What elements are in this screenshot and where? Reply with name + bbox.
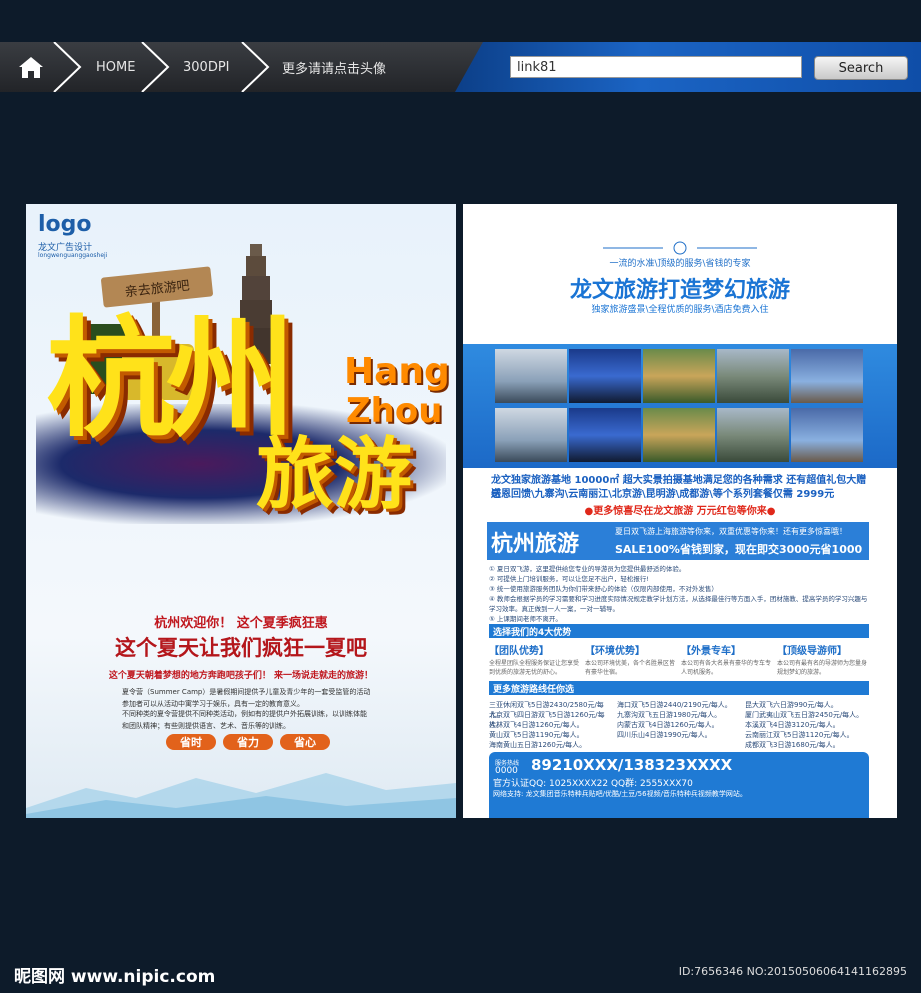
route-item: 云南丽江双飞5日游1120元/每人。: [745, 731, 854, 739]
ornament-icon: [603, 241, 757, 255]
headline-travel: 旅游: [256, 430, 413, 520]
route-item: 海口双飞5日游2440/2190元/每人。: [617, 701, 732, 709]
breadcrumb-more[interactable]: 更多请请点击头像: [282, 42, 386, 92]
photo-pagoda: [717, 349, 789, 403]
advantage-title: 【环境优势】: [585, 646, 645, 657]
hotline-prefix: 0000: [495, 766, 518, 776]
note-2: ② 可提供上门培训服务，可以让您足不出户，轻松报行!: [489, 575, 649, 583]
advantage-body: 本公司有最有名的导游师为您量身规划梦幻的旅游。: [777, 660, 868, 676]
search-button[interactable]: Search: [814, 56, 908, 80]
photo-garden: [643, 408, 715, 462]
site-brand: 昵图网 www.nipic.com: [14, 967, 216, 987]
routes-header: 更多旅游路线任你选: [489, 681, 869, 695]
route-item: 九寨沟双飞五日游1980元/每人。: [617, 711, 722, 719]
banner-title: 杭州旅游: [491, 532, 580, 557]
photo-lake: [495, 408, 567, 462]
welcome-line: 杭州欢迎你！ 这个夏季疯狂惠: [154, 616, 328, 631]
image-id: ID:7656346 NO:20150506064141162895: [678, 965, 907, 978]
advantages-header: 选择我们的4大优势: [489, 624, 869, 638]
hangzhou-banner: 杭州旅游 夏日双飞游上海旅游等你来，双重优惠等你来！还有更多惊喜哦！ SALE1…: [487, 522, 869, 572]
advantage-title: 【团队优势】: [489, 646, 549, 657]
logo: logo: [38, 212, 92, 237]
qq-line: 官方认证QQ: 1025XXXX22 QQ群: 2555XXX70: [493, 779, 693, 789]
route-item: 桂林双飞4日游1260元/每人。: [489, 721, 584, 729]
advantage-card: 【环境优势】 本公司环境优美，各个名胜景区皆有豪华住宿。: [585, 642, 677, 677]
right-title: 龙文旅游打造梦幻旅游: [569, 278, 790, 303]
advantage-card: 【团队优势】 全程星团队全程服务保证让您享受到优质的旅游无忧的舒心。: [489, 642, 581, 677]
route-item: 本溪双飞4日游3120元/每人。: [745, 721, 840, 729]
photo-windmill: [791, 408, 863, 462]
headline-hangzhou: 杭州: [46, 303, 296, 455]
promo-red-line: ●更多惊喜尽在龙文旅游 万元红包等你来●: [584, 506, 776, 517]
chevron-right-icon: [53, 42, 82, 92]
home-icon[interactable]: [18, 54, 44, 80]
summer-headline: 这个夏天让我们疯狂一夏吧: [115, 636, 367, 660]
mountains-illustration: [26, 773, 456, 818]
advantage-body: 本公司环境优美，各个名胜景区皆有豪华住宿。: [585, 660, 676, 676]
description-line-2: 感恩回馈\九寨沟\云南丽江\北京游\昆明游\成都游\等个系列套餐仅需 2999元: [491, 489, 835, 500]
route-item: 昆大双飞六日游990元/每人。: [745, 701, 838, 709]
contact-panel: 服务热线 0000 89210XXX/138323XXXX 官方认证QQ: 10…: [489, 752, 869, 818]
banner-line-1: 夏日双飞游上海旅游等你来，双重优惠等你来！还有更多惊喜哦！: [615, 527, 847, 536]
photo-pagoda: [717, 408, 789, 462]
camp-paragraph: 夏令营（Summer Camp）是暑假期间提供予儿童及青少年的一套受监管的活动参…: [122, 688, 371, 708]
right-poster: 一流的水准\顶级的服务\省钱的专家 龙文旅游打造梦幻旅游 独家旅游盛景\全程优质…: [463, 204, 897, 818]
note-3: ③ 统一使用旅游服务团队为你们带来舒心的体验（仅限内部使用，不对外发售）: [489, 585, 718, 593]
breadcrumb-dpi[interactable]: 300DPI: [183, 42, 230, 92]
photo-windmill: [791, 349, 863, 403]
advantage-body: 全程星团队全程服务保证让您享受到优质的旅游无忧的舒心。: [489, 660, 580, 676]
route-item: 黄山双飞5日游1190元/每人。: [489, 731, 584, 739]
dream-line: 这个夏天朝着梦想的地方奔跑吧孩子们！ 来一场说走就走的旅游！: [108, 671, 374, 681]
wooden-sign: 亲去旅游吧: [100, 266, 214, 308]
camp-paragraph-2: 不同种类的夏令营提供不同种类活动，例如有的提供户外拓展训练，以训练体能和团队精神…: [122, 710, 367, 730]
photo-night: [569, 349, 641, 403]
search-input[interactable]: link81: [510, 56, 802, 78]
breadcrumb-home[interactable]: HOME: [96, 42, 135, 92]
route-item: 四川乐山4日游1990元/每人。: [617, 731, 712, 739]
route-item: 成都双飞3日游1680元/每人。: [745, 741, 840, 749]
note-4: ④ 教师会根据学员的学习需要和学习进度实际情况规定教学计划方法，从选择最佳行等方…: [489, 595, 868, 613]
right-subtitle: 独家旅游盛景\全程优质的服务\酒店免费入住: [591, 305, 769, 315]
route-item: 海南黄山五日游1260元/每人。: [489, 741, 587, 749]
note-5: ⑤ 上课期间老师不离开。: [489, 615, 562, 623]
advantage-body: 本公司有各大名景有豪华的专车专人司机服务。: [681, 660, 772, 676]
photo-night: [569, 408, 641, 462]
chevron-right-icon: [141, 42, 170, 92]
support-line: 网络支持: 龙文集团音乐特种兵贴吧/优酷/土豆/56视频/音乐特种兵视频教学网站…: [493, 790, 747, 798]
advantage-card: 【外景专车】 本公司有各大名景有豪华的专车专人司机服务。: [681, 642, 773, 677]
slogan: 一流的水准\顶级的服务\省钱的专家: [609, 259, 751, 269]
photo-lake: [495, 349, 567, 403]
hotline-number: 89210XXX/138323XXXX: [531, 756, 733, 774]
advantage-title: 【外景专车】: [681, 646, 741, 657]
advantage-card: 【顶级导游师】 本公司有最有名的导游师为您量身规划梦幻的旅游。: [777, 642, 869, 677]
left-poster: logo 龙文广告设计 longwenguanggaosheji 亲去旅游吧 杭…: [26, 204, 456, 818]
chevron-right-icon: [241, 42, 270, 92]
logo-pinyin: longwenguanggaosheji: [38, 252, 108, 259]
advantage-title: 【顶级导游师】: [777, 646, 847, 657]
photo-garden: [643, 349, 715, 403]
note-1: ① 夏日双飞游，这里提供给您专业的导游员为您提供最舒适的体验。: [489, 565, 686, 573]
photo-strip: [463, 344, 897, 468]
headline-hang: Hang: [344, 351, 450, 392]
route-item: 厦门武夷山双飞五日游2450元/每人。: [745, 711, 864, 719]
headline-zhou: Zhou: [346, 391, 443, 431]
route-item: 内蒙古双飞4日游1260元/每人。: [617, 721, 719, 729]
